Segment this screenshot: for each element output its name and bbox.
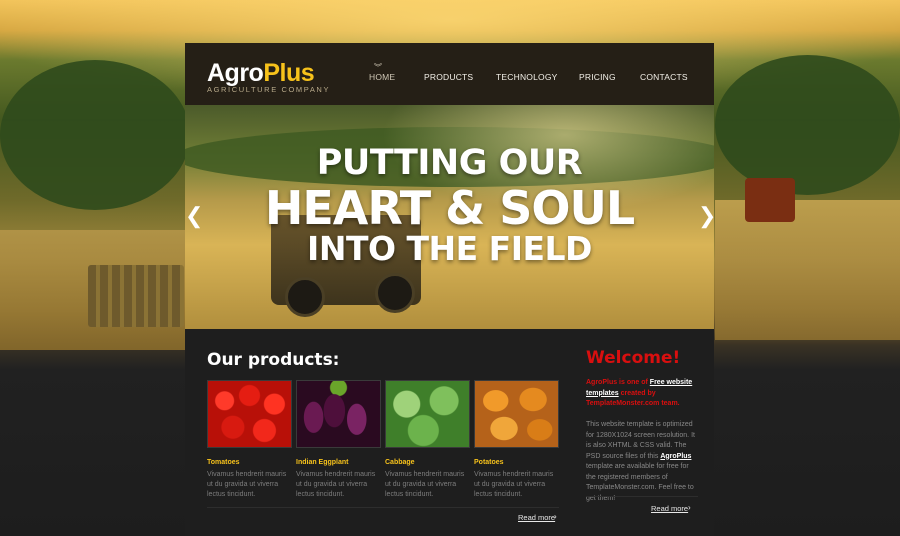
chevron-right-icon: › [554,512,557,521]
slider-tractor-wheel [285,277,325,317]
main-container: AgroPlus AGRICULTURE COMPANY ︾ HOME PROD… [185,43,716,536]
nav-technology[interactable]: TECHNOLOGY [496,72,558,82]
nav-contacts[interactable]: CONTACTS [640,72,688,82]
product-card[interactable]: Indian Eggplant Vivamus hendrerit mauris… [296,380,381,500]
product-card[interactable]: Cabbage Vivamus hendrerit mauris ut du g… [385,380,470,500]
products-divider [207,507,559,508]
products-read-more-link[interactable]: Read more [518,513,555,522]
background-tractor [745,178,795,222]
nav-home[interactable]: HOME [369,72,395,82]
chevron-right-icon: › [688,503,691,512]
product-name[interactable]: Potatoes [474,459,557,466]
hero-slider: PUTTING OUR HEART & SOUL INTO THE FIELD [185,105,714,329]
nav-pricing[interactable]: PRICING [579,72,616,82]
welcome-read-more-link[interactable]: Read more [651,504,688,513]
product-description: Vivamus hendrerit mauris ut du gravida u… [474,471,554,498]
slider-headline-line3: INTO THE FIELD [307,229,592,268]
welcome-intro-text: AgroPlus is one of [586,379,648,386]
slider-tractor-wheel [375,273,415,313]
product-name[interactable]: Cabbage [385,459,468,466]
background-field [715,200,900,340]
slider-headline-line2: HEART & SOUL [264,181,635,235]
logo-part2: Plus [263,59,315,87]
slider-headline-line1: PUTTING OUR [316,143,583,183]
product-image-cabbage[interactable] [385,380,470,448]
logo-tagline: AGRICULTURE COMPANY [207,85,331,94]
background-tree [715,55,900,195]
nav-products[interactable]: PRODUCTS [424,72,473,82]
header: AgroPlus AGRICULTURE COMPANY ︾ HOME PROD… [185,43,714,105]
slider-next-arrow-icon[interactable]: ❯ [698,203,716,233]
product-description: Vivamus hendrerit mauris ut du gravida u… [296,471,376,498]
product-card[interactable]: Potatoes Vivamus hendrerit mauris ut du … [474,380,559,500]
product-name[interactable]: Tomatoes [207,459,290,466]
product-name[interactable]: Indian Eggplant [296,459,379,466]
background-baler [88,265,184,327]
product-image-potatoes[interactable] [474,380,559,448]
logo[interactable]: AgroPlus [207,59,315,88]
welcome-heading: Welcome! [586,348,681,368]
products-heading: Our products: [207,350,340,370]
welcome-text: AgroPlus is one of Free website template… [586,378,698,504]
product-description: Vivamus hendrerit mauris ut du gravida u… [385,471,465,498]
product-description: Vivamus hendrerit mauris ut du gravida u… [207,471,287,498]
product-card[interactable]: Tomatoes Vivamus hendrerit mauris ut du … [207,380,292,500]
product-image-eggplant[interactable] [296,380,381,448]
logo-part1: Agro [207,59,264,87]
slider-prev-arrow-icon[interactable]: ❮ [185,203,203,233]
agroplus-link[interactable]: AgroPlus [660,453,691,460]
background-tree [0,60,190,210]
welcome-divider [586,496,698,497]
product-image-tomatoes[interactable] [207,380,292,448]
